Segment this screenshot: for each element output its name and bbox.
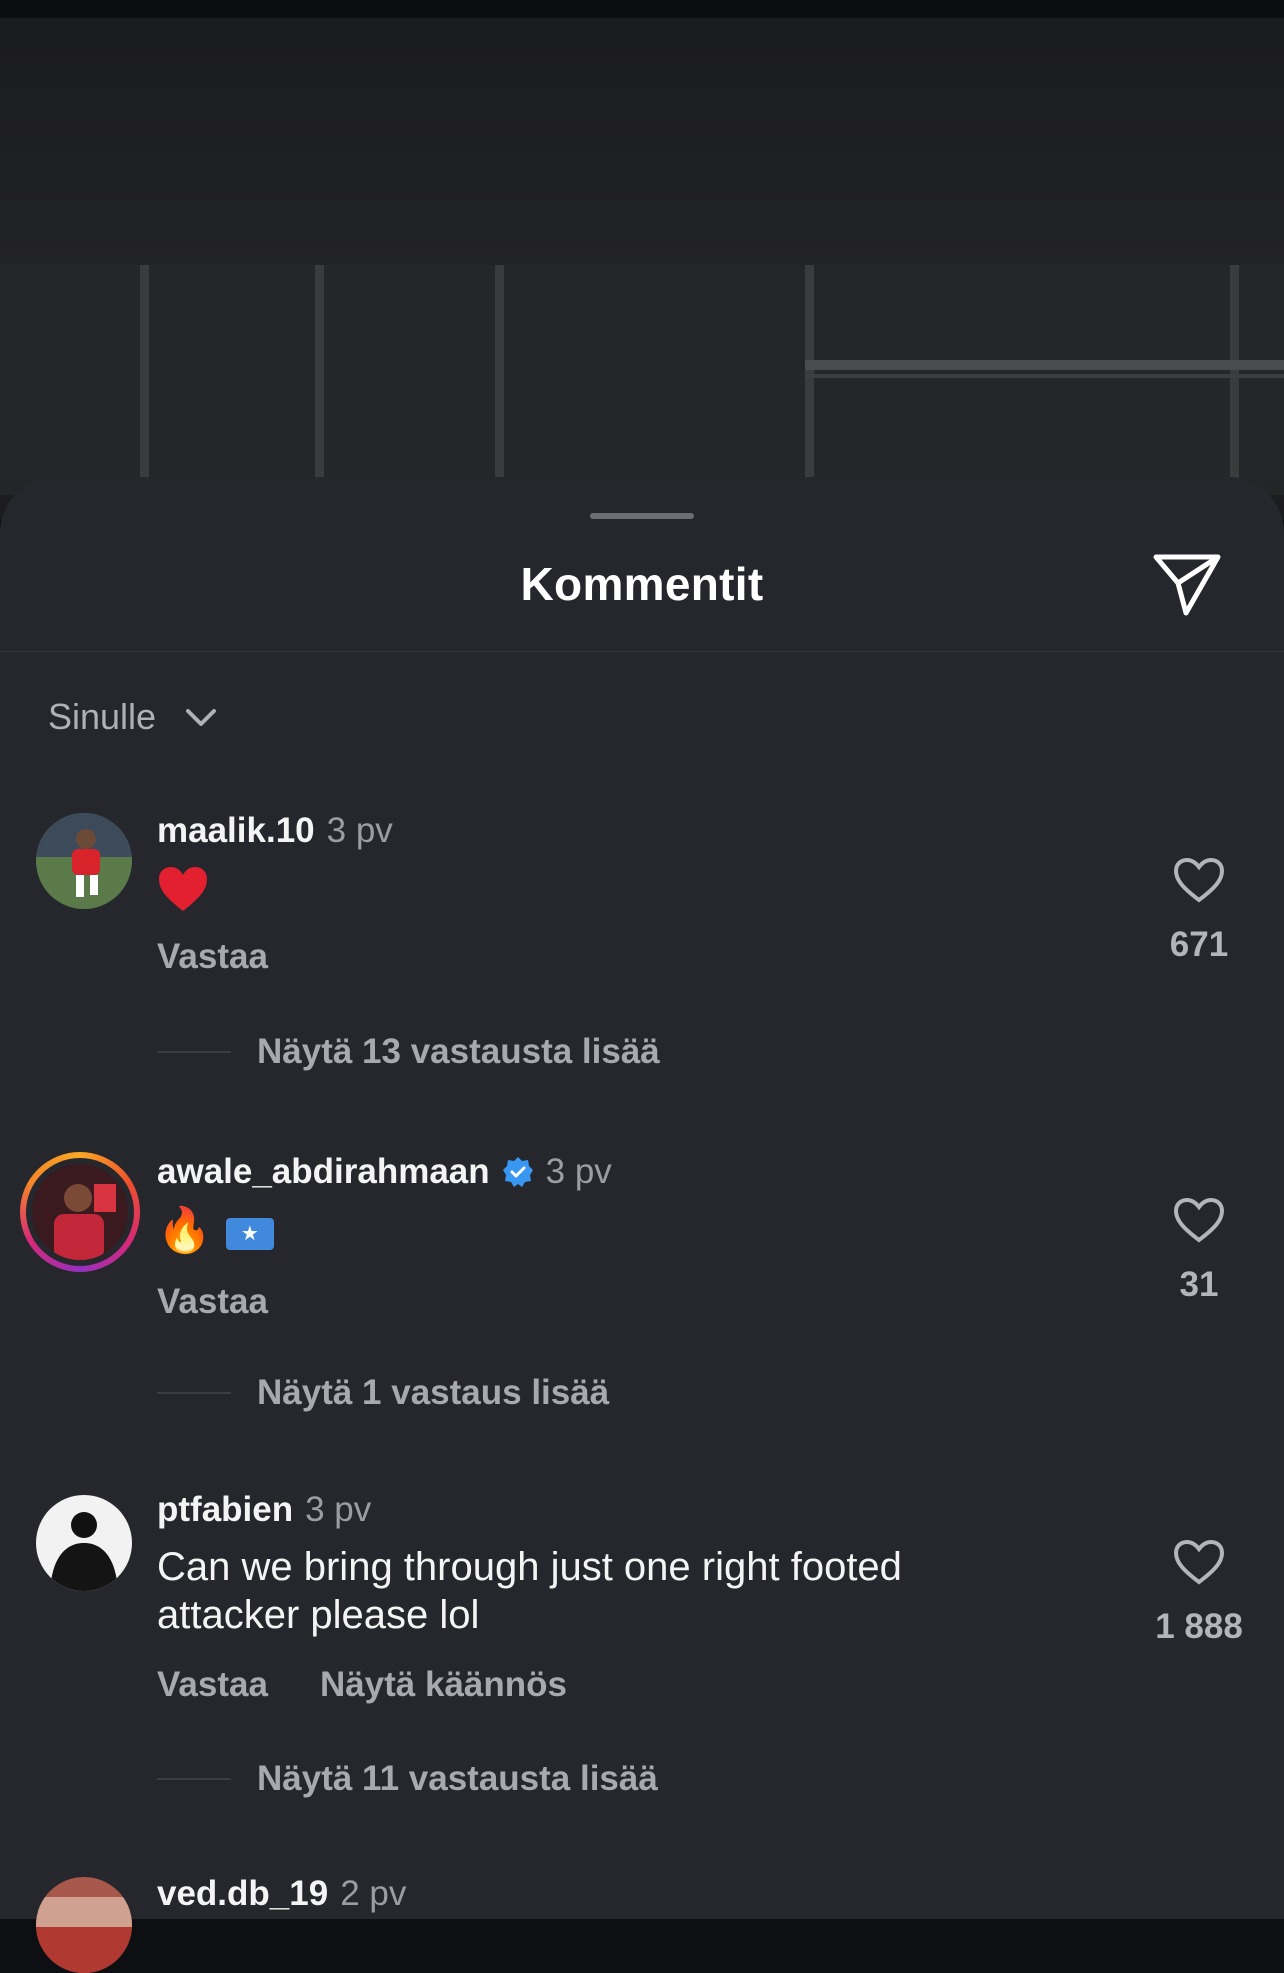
avatar[interactable] (36, 1877, 132, 1973)
comment-text: 🔥 (157, 1207, 274, 1256)
view-replies-button[interactable]: Näytä 11 vastausta lisää (157, 1759, 658, 1799)
heart-outline-icon (1173, 1539, 1225, 1585)
view-replies-button[interactable]: Näytä 13 vastausta lisää (157, 1032, 660, 1072)
comment-time: 3 pv (326, 811, 393, 850)
drag-handle[interactable] (590, 513, 694, 519)
background-rail (805, 360, 1284, 370)
background-post (805, 265, 814, 495)
sort-label: Sinulle (48, 696, 157, 737)
status-bar-strip (0, 0, 1284, 18)
background-post (140, 265, 149, 495)
like-count: 671 (1169, 925, 1229, 964)
sheet-title: Kommentit (520, 558, 764, 610)
avatar (32, 1164, 128, 1260)
comment-username[interactable]: awale_abdirahmaan (157, 1152, 490, 1192)
background-post (315, 265, 324, 495)
comment-actions: Vastaa Näytä käännös (157, 1665, 567, 1705)
story-ring-avatar[interactable] (20, 1152, 140, 1272)
view-replies-label: Näytä 1 vastaus lisää (257, 1373, 610, 1412)
like-button[interactable]: 671 (1114, 857, 1284, 965)
comment-time: 2 pv (340, 1874, 407, 1913)
paper-plane-icon[interactable] (1150, 551, 1224, 617)
replies-divider-line (157, 1778, 231, 1780)
comment-header: ved.db_19 2 pv (157, 1874, 406, 1914)
sort-dropdown[interactable]: Sinulle (48, 687, 218, 747)
background-post (1230, 265, 1239, 495)
view-replies-button[interactable]: Näytä 1 vastaus lisää (157, 1373, 609, 1413)
red-heart-emoji-icon (159, 867, 207, 911)
comment-header: ptfabien 3 pv (157, 1490, 371, 1530)
replies-divider-line (157, 1051, 231, 1053)
comment-time: 3 pv (545, 1152, 612, 1191)
somalia-flag-icon (225, 1218, 274, 1251)
comment-username[interactable]: ptfabien (157, 1490, 293, 1530)
comment-username[interactable]: maalik.10 (157, 811, 315, 851)
comment-text (157, 865, 209, 924)
comments-sheet: Kommentit Sinulle maalik.10 3 pv Vastaa … (0, 477, 1284, 1973)
comment-username[interactable]: ved.db_19 (157, 1874, 328, 1914)
like-count: 1 888 (1155, 1607, 1243, 1646)
like-count: 31 (1179, 1265, 1219, 1304)
view-replies-label: Näytä 13 vastausta lisää (257, 1032, 660, 1071)
reply-button[interactable]: Vastaa (157, 1665, 268, 1705)
comment-header: awale_abdirahmaan 3 pv (157, 1152, 612, 1192)
header-divider (0, 651, 1284, 652)
background-fence (0, 265, 1284, 495)
comment-header: maalik.10 3 pv (157, 811, 393, 851)
view-replies-label: Näytä 11 vastausta lisää (257, 1759, 658, 1798)
comment-actions: Vastaa (157, 937, 268, 977)
comment-actions: Vastaa (157, 1282, 268, 1322)
show-translation-button[interactable]: Näytä käännös (320, 1665, 567, 1705)
comment-text: Can we bring through just one right foot… (157, 1543, 902, 1639)
background-video-frame (0, 0, 1284, 520)
comment-time: 3 pv (305, 1490, 372, 1529)
fire-emoji-icon: 🔥 (157, 1206, 212, 1255)
chevron-down-icon (186, 709, 217, 726)
background-post (495, 265, 504, 495)
reply-button[interactable]: Vastaa (157, 1282, 268, 1322)
avatar[interactable] (36, 813, 132, 909)
heart-outline-icon (1173, 857, 1225, 903)
avatar[interactable] (36, 1495, 132, 1591)
heart-outline-icon (1173, 1197, 1225, 1243)
background-rail (805, 374, 1284, 378)
comment-text-line: attacker please lol (157, 1593, 480, 1637)
like-button[interactable]: 1 888 (1114, 1539, 1284, 1647)
replies-divider-line (157, 1392, 231, 1394)
like-button[interactable]: 31 (1114, 1197, 1284, 1305)
comment-text-line: Can we bring through just one right foot… (157, 1545, 902, 1589)
reply-button[interactable]: Vastaa (157, 937, 268, 977)
verified-badge-icon (502, 1157, 533, 1187)
